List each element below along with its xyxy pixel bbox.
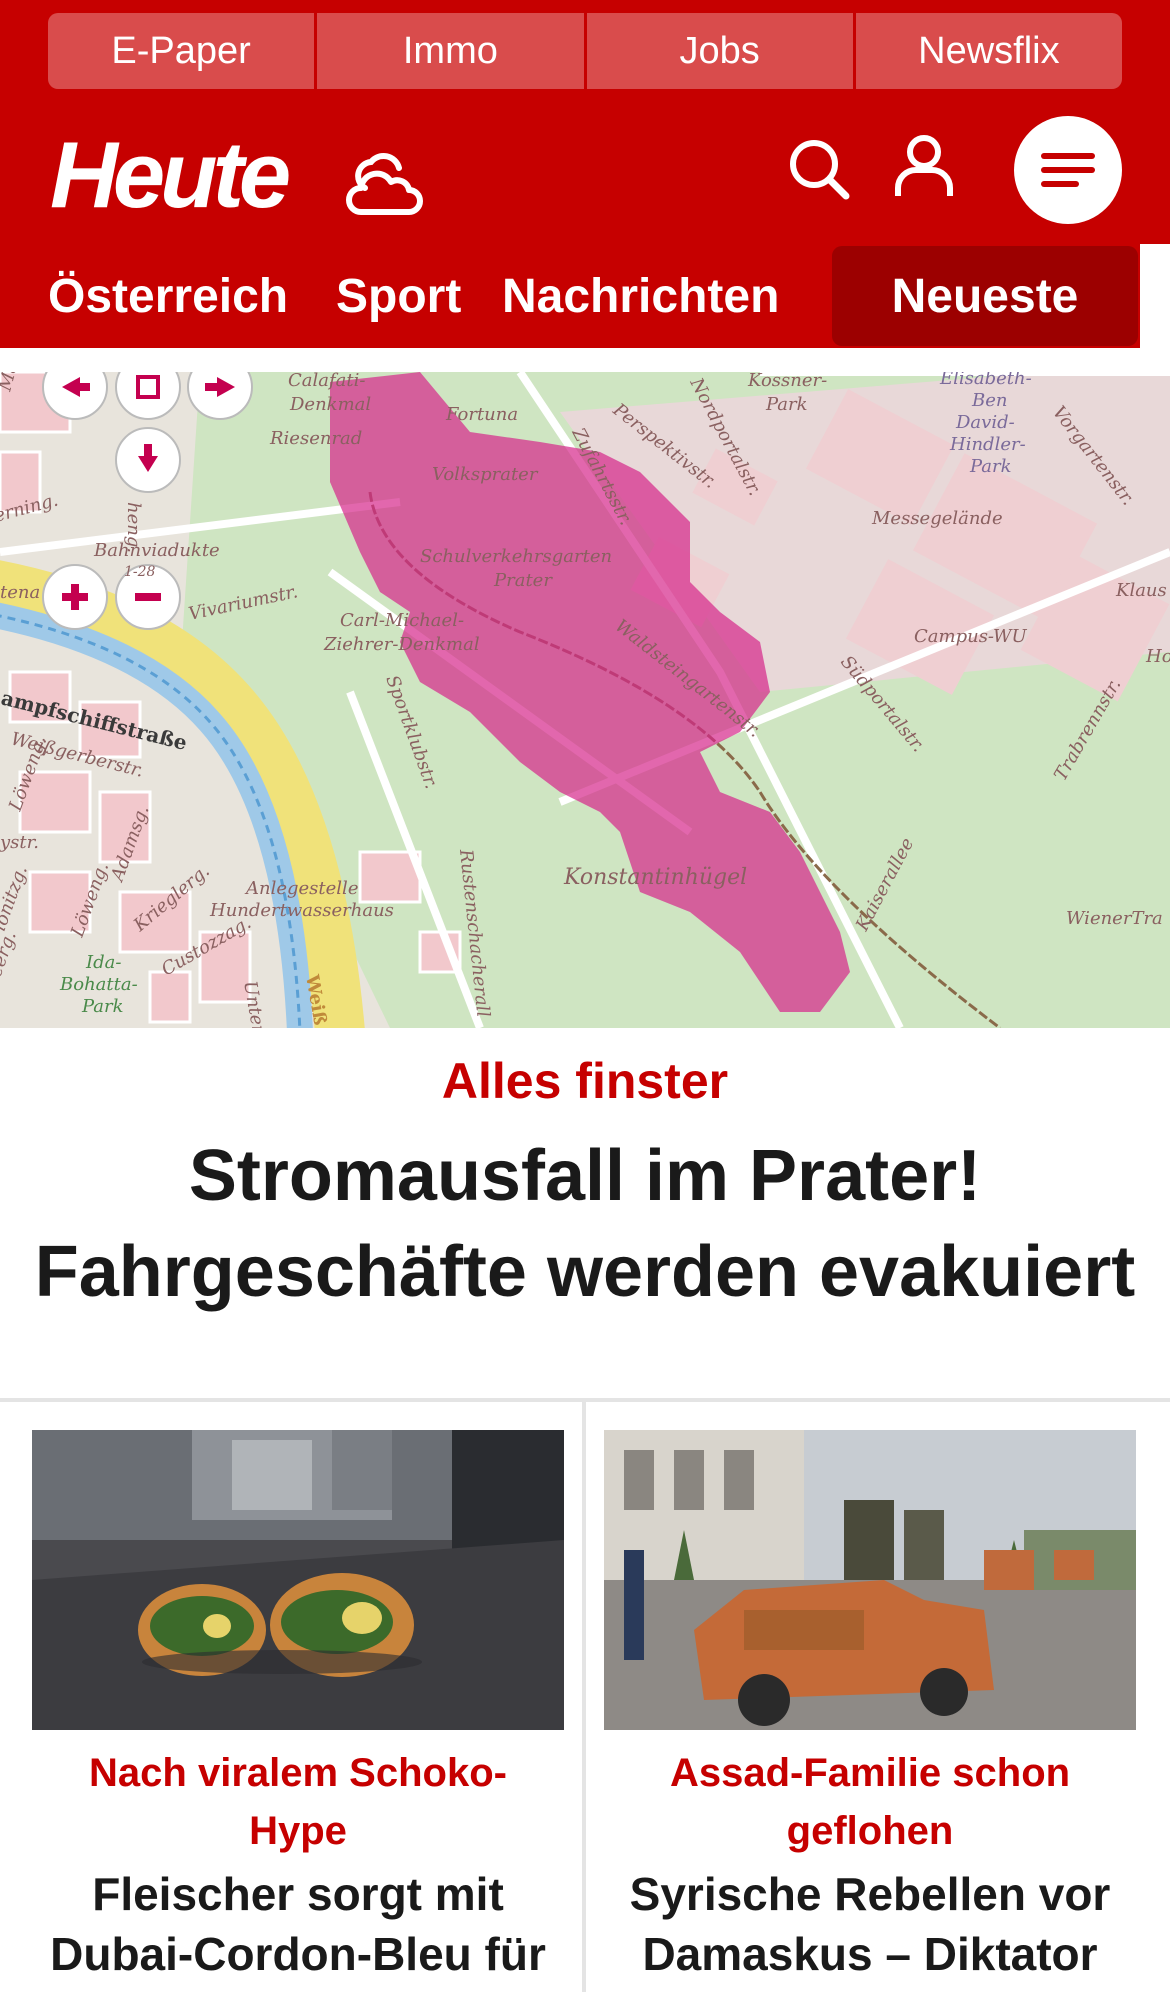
hero-headline-line: Stromausfall im Prater! [188,1136,982,1216]
map-label: Messegelände [871,508,1003,529]
map-label: Calafati- [288,372,365,391]
map-label: Campus-WU [914,626,1028,647]
map-label: David- [955,412,1015,433]
map-label: Ben [971,390,1007,411]
article-image-cordon-bleu[interactable] [32,1430,564,1730]
map-label: tena [0,582,40,603]
kicker-line: geflohen [786,1809,954,1853]
article-image-syria[interactable] [604,1430,1136,1730]
article-title: Fleischer sorgt mit Dubai-Cordon-Bleu fü… [32,1864,564,1984]
article-kicker: Nach viralem Schoko- Hype [32,1744,564,1860]
map-label: Klaus [1115,580,1167,601]
map-label: Bahnviadukte [93,540,220,561]
map-label: Hindler- [949,434,1026,455]
map-label: Volksprater [432,464,539,485]
map-label: Schulverkehrsgarten [420,546,612,567]
nav-oesterreich[interactable]: Österreich [48,244,288,348]
article-card[interactable]: Assad-Familie schon geflohen Syrische Re… [604,1430,1136,1984]
hero-headline[interactable]: Stromausfall im Prater! Fahrgeschäfte we… [10,1128,1160,1320]
map-label: ystr. [0,832,39,853]
link-immo[interactable]: Immo [317,13,584,89]
map-label: Carl-Michael- [340,610,464,631]
nav-nachrichten[interactable]: Nachrichten [502,244,779,348]
site-header: E-Paper Immo Jobs Newsflix Heute [0,0,1170,244]
map-label: Riesenrad [269,428,362,449]
nav-sport[interactable]: Sport [336,244,461,348]
map-label: Park [765,394,808,415]
map-label: heng. [123,502,144,553]
link-epaper[interactable]: E-Paper [48,13,315,89]
map-label: Denkmal [289,394,371,415]
title-line: Dubai-Cordon-Bleu für [50,1928,546,1980]
map-label: Park [81,996,124,1017]
kicker-line: Assad-Familie schon [669,1751,1071,1795]
hamburger-menu-icon [1041,153,1095,187]
link-jobs[interactable]: Jobs [586,13,853,89]
map-label: Prater [493,570,553,591]
weather-cloud-icon[interactable] [345,150,423,216]
map-label: Konstantinhügel [563,865,747,890]
map-label: Anlegestelle [244,878,358,899]
title-line: Syrische Rebellen vor [629,1868,1111,1920]
hero-headline-line: Fahrgeschäfte werden evakuiert [34,1232,1136,1312]
map-label: Ziehrer-Denkmal [323,634,480,655]
link-newsflix[interactable]: Newsflix [855,13,1122,89]
kicker-line: Nach viralem Schoko- [89,1751,507,1795]
map-label: Elisabeth- [939,372,1032,389]
article-kicker: Assad-Familie schon geflohen [604,1744,1136,1860]
map-label: Bohatta- [59,974,138,995]
map-label: Ho [1145,646,1170,667]
map-label: Kossner- [747,372,827,391]
user-account-icon[interactable] [894,134,954,198]
map-label: Ida- [85,952,121,973]
column-divider [582,1402,586,1992]
menu-button[interactable] [1014,116,1122,224]
hero-kicker[interactable]: Alles finster [0,1052,1170,1110]
kicker-line: Hype [249,1809,347,1853]
map-label: Fortuna [445,404,518,425]
nav-neueste[interactable]: Neueste [832,246,1138,346]
map-label: Park [969,456,1012,477]
search-icon[interactable] [788,138,850,200]
hero-map-image[interactable]: Calafati- Denkmal Riesenrad Fortuna Volk… [0,372,1170,1028]
map-label: 1-28 [124,564,156,580]
article-title: Syrische Rebellen vor Damaskus – Diktato… [604,1864,1136,1984]
map-label: WienerTra [1066,908,1163,929]
nav-edge [1140,244,1170,348]
article-card[interactable]: Nach viralem Schoko- Hype Fleischer sorg… [32,1430,564,1984]
title-line: Damaskus – Diktator [642,1928,1098,1980]
section-nav: Österreich Sport Nachrichten Neueste [0,244,1170,348]
site-logo[interactable]: Heute [50,128,291,222]
service-links: E-Paper Immo Jobs Newsflix [48,13,1122,89]
title-line: Fleischer sorgt mit [92,1868,504,1920]
